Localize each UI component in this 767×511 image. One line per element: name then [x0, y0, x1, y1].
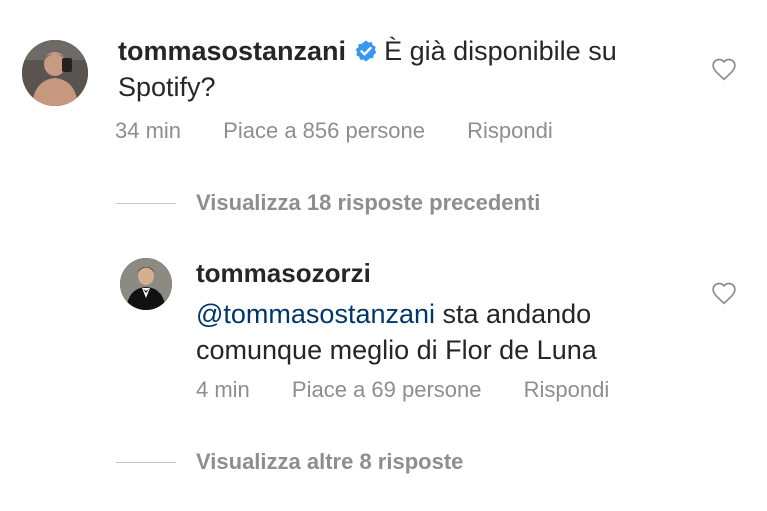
avatar-image [22, 40, 88, 106]
verified-badge-icon [354, 36, 378, 62]
view-more-label: Visualizza altre 8 risposte [196, 449, 464, 474]
comment-2-body: tommasozorzi @tommasostanzani sta andand… [196, 256, 686, 368]
comment-2-text-block: @tommasostanzani sta andando comunque me… [196, 296, 686, 368]
avatar-tommasozorzi[interactable] [120, 258, 172, 310]
comment-1-reply-button[interactable]: Rispondi [467, 118, 553, 143]
divider-line [116, 461, 176, 463]
view-previous-replies[interactable]: Visualizza 18 risposte precedenti [116, 190, 540, 216]
comment-2-meta: 4 min Piace a 69 persone Rispondi [196, 377, 645, 403]
comment-2-username[interactable]: tommasozorzi [196, 256, 686, 290]
comment-1-likes[interactable]: Piace a 856 persone [223, 118, 425, 143]
comment-1-username[interactable]: tommasostanzani [118, 36, 346, 66]
avatar-image [120, 258, 172, 310]
comment-2-mention[interactable]: @tommasostanzani [196, 299, 435, 329]
like-heart-icon[interactable] [711, 57, 737, 81]
comment-1-meta: 34 min Piace a 856 persone Rispondi [115, 118, 589, 144]
comment-2-reply-button[interactable]: Rispondi [524, 377, 610, 402]
comment-2-likes[interactable]: Piace a 69 persone [292, 377, 482, 402]
comment-2-time: 4 min [196, 377, 250, 402]
avatar-tommasostanzani[interactable] [22, 40, 88, 106]
divider-line [116, 202, 176, 204]
like-heart-icon[interactable] [711, 281, 737, 305]
comment-1-body: tommasostanzani È già disponibile su Spot… [118, 33, 698, 105]
comment-1-text-block: tommasostanzani È già disponibile su Spot… [118, 33, 698, 105]
comment-1-time: 34 min [115, 118, 182, 143]
view-more-replies[interactable]: Visualizza altre 8 risposte [116, 449, 463, 475]
view-previous-label: Visualizza 18 risposte precedenti [196, 190, 541, 215]
